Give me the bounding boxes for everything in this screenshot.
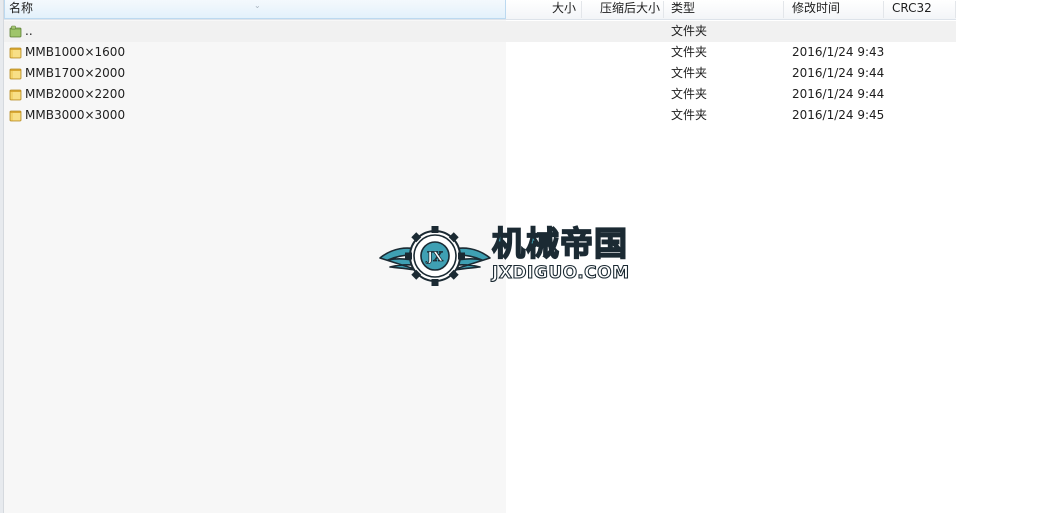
parent-folder-icon [8, 21, 24, 42]
column-header-packed-size[interactable]: 压缩后大小 [582, 0, 664, 19]
folder-icon [8, 42, 24, 63]
folder-modified: 2016/1/24 9:43 [792, 45, 885, 59]
archive-file-list-window: 名称 ⌄ 大小 压缩后大小 类型 修改时间 CRC32 .. 文件夹 MMB10… [0, 0, 1051, 513]
folder-icon [8, 84, 24, 105]
column-header-name-label: 名称 [9, 1, 34, 15]
folder-name: MMB1000×1600 [25, 45, 126, 59]
column-header-modified[interactable]: 修改时间 [784, 0, 884, 19]
emblem-text: JX [426, 250, 444, 265]
folder-modified: 2016/1/24 9:45 [792, 108, 885, 122]
watermark-logo: JX 机械帝国 JXDIGUO.COM [378, 224, 670, 288]
folder-type: 文件夹 [671, 87, 708, 101]
table-row[interactable]: MMB1700×2000 文件夹 2016/1/24 9:44 [4, 63, 956, 84]
folder-type: 文件夹 [671, 66, 708, 80]
column-header-size[interactable]: 大小 [506, 0, 582, 19]
table-row[interactable]: MMB1000×1600 文件夹 2016/1/24 9:43 [4, 42, 956, 63]
folder-modified: 2016/1/24 9:44 [792, 66, 885, 80]
watermark-english-text: JXDIGUO.COM [491, 262, 630, 283]
column-header-bar: 名称 ⌄ 大小 压缩后大小 类型 修改时间 CRC32 [4, 0, 956, 20]
parent-folder-name: .. [25, 24, 33, 38]
folder-name: MMB2000×2200 [25, 87, 126, 101]
folder-icon [8, 63, 24, 84]
folder-name: MMB1700×2000 [25, 66, 126, 80]
folder-icon [8, 105, 24, 126]
folder-modified: 2016/1/24 9:44 [792, 87, 885, 101]
column-header-crc32[interactable]: CRC32 [884, 0, 956, 19]
column-header-type[interactable]: 类型 [664, 0, 784, 19]
folder-type: 文件夹 [671, 108, 708, 122]
folder-name: MMB3000×3000 [25, 108, 126, 122]
column-header-name[interactable]: 名称 ⌄ [4, 0, 506, 19]
gear-wings-emblem-icon: JX [379, 226, 491, 286]
parent-folder-row[interactable]: .. 文件夹 [4, 21, 956, 42]
table-row[interactable]: MMB3000×3000 文件夹 2016/1/24 9:45 [4, 105, 956, 126]
watermark-chinese-text: 机械帝国 [491, 224, 628, 263]
sort-indicator-icon: ⌄ [254, 1, 261, 10]
parent-folder-type: 文件夹 [671, 24, 708, 38]
folder-type: 文件夹 [671, 45, 708, 59]
table-row[interactable]: MMB2000×2200 文件夹 2016/1/24 9:44 [4, 84, 956, 105]
